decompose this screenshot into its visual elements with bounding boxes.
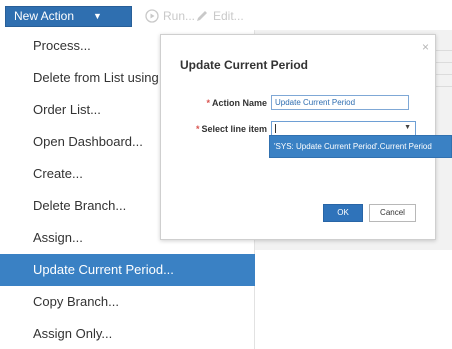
run-button[interactable]: Run...: [145, 7, 195, 25]
select-line-item-label-text: Select line item: [201, 124, 267, 134]
play-circle-icon: [145, 9, 159, 23]
app-root: New Action ▼ Run... Edit... Process... D…: [0, 0, 452, 349]
new-action-label: New Action: [14, 9, 75, 23]
dialog-title: Update Current Period: [180, 58, 309, 72]
select-line-item-label: * Select line item: [191, 124, 267, 134]
action-name-label-text: Action Name: [211, 98, 267, 108]
run-label: Run...: [163, 9, 196, 23]
menu-item-copy-branch[interactable]: Copy Branch...: [0, 286, 255, 318]
new-action-button[interactable]: New Action ▼: [5, 6, 132, 27]
action-name-label: * Action Name: [201, 98, 267, 108]
close-icon[interactable]: ×: [422, 40, 429, 54]
toolbar: New Action ▼ Run... Edit...: [0, 0, 452, 32]
menu-item-update-current-period[interactable]: Update Current Period...: [0, 254, 255, 286]
text-cursor: [275, 124, 276, 133]
action-name-input[interactable]: Update Current Period: [271, 95, 409, 110]
select-line-item-combobox[interactable]: ▼: [271, 121, 416, 136]
caret-down-icon: ▼: [93, 11, 102, 21]
cancel-button[interactable]: Cancel: [369, 204, 416, 222]
edit-label: Edit...: [213, 9, 244, 23]
edit-button[interactable]: Edit...: [195, 7, 244, 25]
line-item-options: 'SYS: Update Current Period'.Current Per…: [269, 135, 452, 158]
menu-item-assign-only[interactable]: Assign Only...: [0, 318, 255, 349]
pencil-icon: [197, 11, 207, 21]
required-marker: *: [195, 124, 200, 134]
ok-button[interactable]: OK: [323, 204, 363, 222]
required-marker: *: [206, 98, 210, 108]
line-item-option[interactable]: 'SYS: Update Current Period'.Current Per…: [274, 136, 432, 157]
chevron-down-icon[interactable]: ▼: [404, 124, 411, 131]
